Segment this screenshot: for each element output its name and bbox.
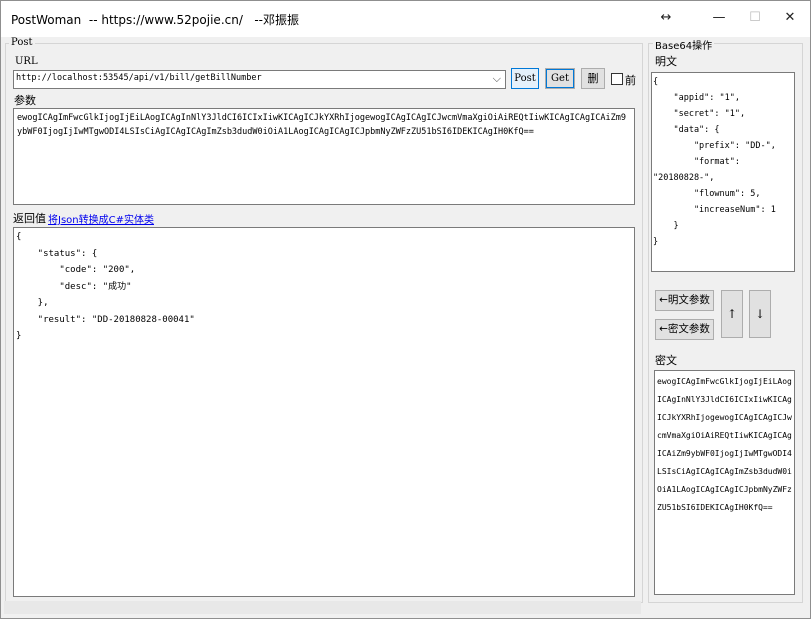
cipher-params-button[interactable]: ←密文参数 xyxy=(655,319,714,340)
window-title: PostWoman -- https://www.52pojie.cn/ --邓… xyxy=(11,13,299,27)
plain-textarea[interactable]: { "appid": "1", "secret": "1", "data": {… xyxy=(651,72,795,272)
url-input[interactable]: http://localhost:53545/api/v1/bill/getBi… xyxy=(13,70,506,89)
params-value: ewogICAgImFwcGlkIjogIjEiLAogICAgInNlY3Jl… xyxy=(17,113,626,137)
return-label: 返回值 xyxy=(13,212,46,225)
status-strip xyxy=(4,601,641,614)
close-button[interactable]: ✕ xyxy=(767,1,811,37)
move-up-button[interactable]: ↑ xyxy=(721,290,743,338)
cipher-label: 密文 xyxy=(655,354,677,367)
plain-label: 明文 xyxy=(655,55,677,68)
url-label: URL xyxy=(15,56,38,67)
return-value: { "status": { "code": "200", "desc": "成功… xyxy=(16,232,195,341)
front-checkbox[interactable] xyxy=(611,73,623,85)
front-checkbox-label: 前 xyxy=(625,74,636,87)
convert-json-link[interactable]: 将Json转换成C#实体类 xyxy=(48,211,154,226)
return-textarea[interactable]: { "status": { "code": "200", "desc": "成功… xyxy=(13,227,635,597)
plain-value: { "appid": "1", "secret": "1", "data": {… xyxy=(653,77,776,247)
params-label: 参数 xyxy=(14,94,36,107)
title-bar: PostWoman -- https://www.52pojie.cn/ --邓… xyxy=(1,1,810,37)
post-button[interactable]: Post xyxy=(511,68,539,89)
resize-icon[interactable]: ↔ xyxy=(643,1,689,37)
chevron-down-icon[interactable]: ⌵ xyxy=(493,72,501,86)
delete-button[interactable]: 删 xyxy=(581,68,605,89)
app-window: PostWoman -- https://www.52pojie.cn/ --邓… xyxy=(0,0,811,619)
params-textarea[interactable]: ewogICAgImFwcGlkIjogIjEiLAogICAgInNlY3Jl… xyxy=(13,108,635,205)
cipher-textarea[interactable]: ewogICAgImFwcGlkIjogIjEiLAogICAgInNlY3Jl… xyxy=(654,370,795,595)
url-value: http://localhost:53545/api/v1/bill/getBi… xyxy=(16,73,262,83)
base64-group-label: Base64操作 xyxy=(653,37,715,52)
plain-params-button[interactable]: ←明文参数 xyxy=(655,290,714,311)
move-down-button[interactable]: ↓ xyxy=(749,290,771,338)
post-group-label: Post xyxy=(9,37,35,48)
get-button[interactable]: Get xyxy=(545,68,575,89)
cipher-value: ewogICAgImFwcGlkIjogIjEiLAogICAgInNlY3Jl… xyxy=(657,377,792,512)
